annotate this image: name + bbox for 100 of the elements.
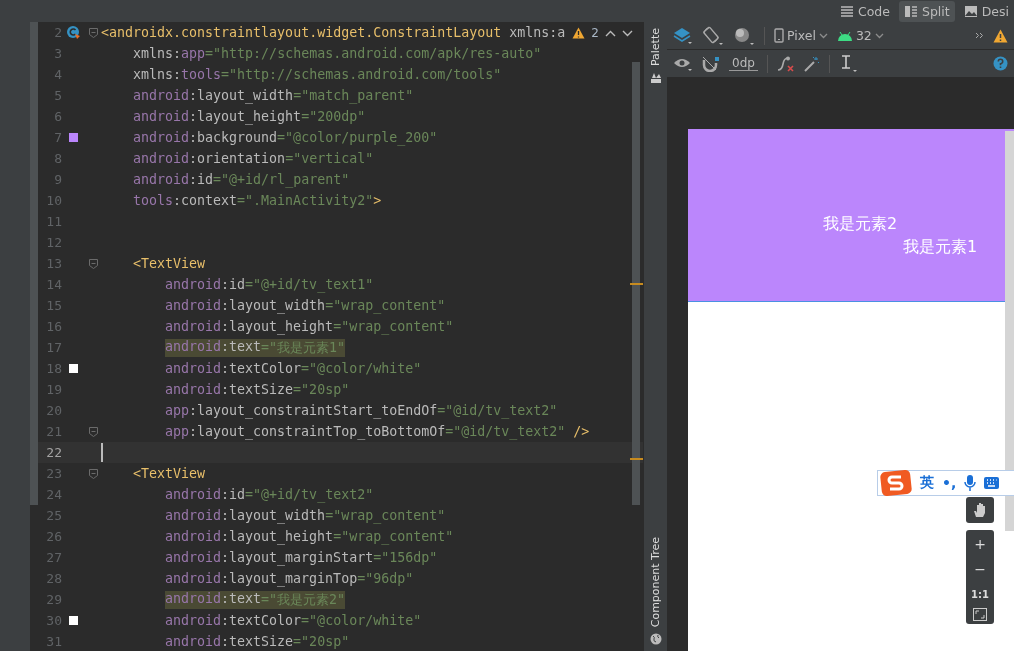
pan-button[interactable] [966,497,994,523]
code-line: android:layout_height="200dp" [133,109,366,124]
overflow-icon[interactable] [975,32,984,39]
code-line: android:layout_width="wrap_content" [165,298,446,313]
line-number: 5 [53,88,62,103]
line-number: 23 [45,466,62,481]
line-number: 30 [45,613,62,628]
code-line: tools:context=".MainActivity2"> [133,193,382,208]
line-number: 20 [45,403,62,418]
line-number: 22 [45,445,62,460]
code-line: android:id="@+id/tv_text2" [165,487,374,502]
line-number: 17 [45,340,62,355]
warning-icon[interactable] [993,28,1008,43]
code-line: android:orientation="vertical" [133,151,374,166]
line-number: 3 [53,46,62,61]
code-line: android:textSize="20sp" [165,634,350,649]
line-number: 26 [45,529,62,544]
view-mode-tab[interactable]: Code [834,0,895,22]
hand-icon [973,502,987,518]
phone-icon [774,28,784,43]
line-number: 11 [45,214,62,229]
api-level-dropdown[interactable]: 32 [836,28,884,43]
zoom-button[interactable]: − [967,558,993,580]
code-line: android:textColor="@color/white" [165,613,422,628]
code-line: android:layout_height="wrap_content" [165,529,454,544]
help-icon[interactable] [993,56,1008,71]
android-icon [836,30,853,41]
fold-icon[interactable] [88,468,98,479]
line-number: 28 [45,571,62,586]
color-swatch[interactable] [69,364,78,373]
line-number: 9 [53,172,62,187]
code-line: android:layout_width="wrap_content" [165,508,446,523]
caret-icon [874,32,884,39]
line-number: 2 [53,25,62,40]
magnet-icon[interactable] [702,55,720,72]
line-number: 7 [53,130,62,145]
code-line: xmlns:app="http://schemas.android.com/apk/res-auto" [133,46,542,61]
split-icon [903,4,918,18]
theme-icon[interactable] [733,25,755,46]
scrollbar[interactable] [632,62,640,505]
zoom-button[interactable]: 1:1 [967,583,993,605]
fold-icon[interactable] [88,27,98,38]
keyboard-icon[interactable] [984,477,1000,489]
code-line: android:layout_width="match_parent" [133,88,414,103]
line-number: 29 [45,592,62,607]
line-number: 18 [45,361,62,376]
scrollbar[interactable] [1005,131,1014,531]
code-line: android:textColor="@color/white" [165,361,422,376]
code-line: android:textSize="20sp" [165,382,350,397]
fit-screen-icon[interactable] [973,608,987,621]
microphone-icon[interactable] [964,475,977,491]
class-icon[interactable] [66,25,81,40]
line-number: 21 [45,424,62,439]
code-line: app:layout_constraintTop_toBottomOf="@id/tv_text2" /> [165,424,590,439]
code-line: android:background="@color/purple_200" [133,130,438,145]
code-line: <androidx.constraintlayout.widget.ConstraintLayout xmlns:a [101,25,566,40]
magic-wand-icon[interactable] [803,55,820,72]
color-swatch[interactable] [69,616,78,625]
lines-icon [839,4,854,18]
input-mode[interactable]: 英 [920,474,934,492]
fold-icon[interactable] [88,426,98,437]
view-mode-tab[interactable]: Split [898,0,955,22]
line-number: 27 [45,550,62,565]
line-number: 13 [45,256,62,271]
code-line: app:layout_constraintStart_toEndOf="@id/tv_text2" [165,403,558,418]
warning-icon [572,27,586,39]
code-line: android:id="@+id/tv_text1" [165,277,374,292]
code-line: android:layout_marginTop="96dp" [165,571,414,586]
margin-field[interactable]: 0dp [729,56,758,71]
code-line: android:layout_height="wrap_content" [165,319,454,334]
line-number: 15 [45,298,62,313]
fold-icon[interactable] [88,258,98,269]
rotate-icon[interactable] [702,25,724,46]
line-number: 16 [45,319,62,334]
line-number: 8 [53,151,62,166]
scrollbar[interactable] [30,22,38,505]
palette-icon [649,72,662,85]
punctuation-mode[interactable]: •, [942,475,957,491]
line-number: 10 [45,193,62,208]
view-mode-tab[interactable]: Desi [958,0,1014,22]
component-tree-tab[interactable]: Component Tree [644,530,667,651]
image-icon [963,4,978,18]
line-number: 4 [53,67,62,82]
warning-count[interactable]: 2 [591,26,599,40]
caret-icon [818,32,828,39]
code-line: <TextView [133,466,206,481]
device-dropdown[interactable]: Pixel [774,28,828,43]
globe-icon [649,633,662,645]
line-number: 25 [45,508,62,523]
layers-icon[interactable] [673,26,693,45]
zoom-button[interactable]: + [967,533,993,555]
palette-tab[interactable]: Palette [644,22,667,91]
code-line: <TextView [133,256,206,271]
line-number: 31 [45,634,62,649]
code-line: xmlns:tools="http://schemas.android.com/tools" [133,67,502,82]
s-logo-icon[interactable] [880,470,912,496]
color-swatch[interactable] [69,133,78,142]
line-number: 14 [45,277,62,292]
clear-constraints-icon[interactable] [776,55,795,72]
line-number: 19 [45,382,62,397]
